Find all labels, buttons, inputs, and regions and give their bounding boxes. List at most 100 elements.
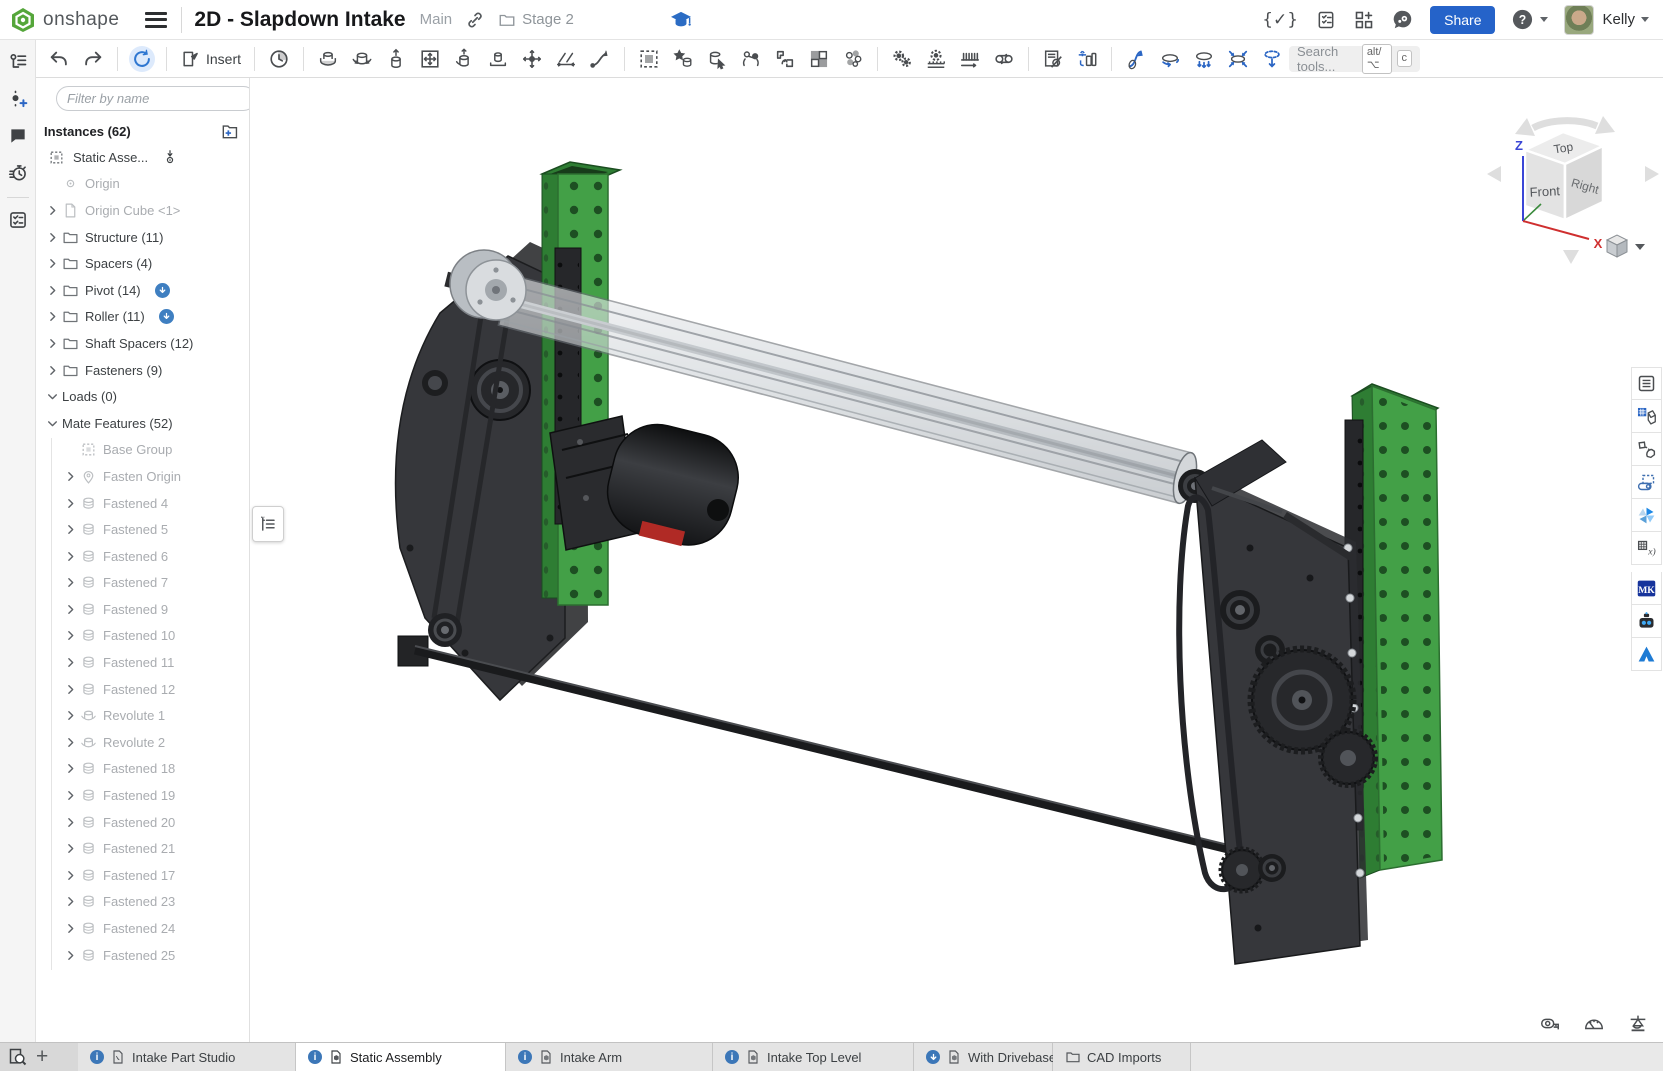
- tree-item-base-group[interactable]: Base Group: [36, 437, 249, 464]
- help-icon[interactable]: ?: [1511, 8, 1534, 31]
- tree-section-loads[interactable]: Loads (0): [36, 383, 249, 410]
- update-available-icon[interactable]: [155, 283, 170, 298]
- user-avatar[interactable]: [1564, 5, 1594, 35]
- main-menu-icon[interactable]: [145, 12, 167, 28]
- chevron-right-icon[interactable]: [60, 839, 80, 859]
- rack-pinion-relation-icon[interactable]: [923, 46, 949, 72]
- tree-item-fastened-20[interactable]: Fastened 20: [36, 809, 249, 836]
- ai-assistant-icon[interactable]: [1392, 9, 1414, 31]
- panel-collapse-handle[interactable]: [252, 506, 284, 542]
- chevron-right-icon[interactable]: [60, 679, 80, 699]
- chevron-right-icon[interactable]: [60, 520, 80, 540]
- chevron-right-icon[interactable]: [60, 706, 80, 726]
- apps-grid-icon[interactable]: [1354, 10, 1374, 30]
- onshape-logo-icon[interactable]: [10, 7, 36, 33]
- feature-list-icon[interactable]: [4, 47, 32, 77]
- rotate-arrow-bottom[interactable]: [1563, 250, 1579, 264]
- rotate-arrow-left[interactable]: [1487, 166, 1501, 182]
- history-icon[interactable]: [4, 158, 32, 188]
- tree-item-fastened-21[interactable]: Fastened 21: [36, 835, 249, 862]
- tree-item-structure[interactable]: Structure (11): [36, 224, 249, 251]
- tab-with-drivebase[interactable]: With Drivebase: [914, 1043, 1053, 1071]
- graphics-viewport[interactable]: Top Front Right Z X: [250, 78, 1663, 1042]
- chevron-right-icon[interactable]: [60, 493, 80, 513]
- tab-info-icon[interactable]: i: [518, 1050, 532, 1064]
- tab-info-icon[interactable]: i: [725, 1050, 739, 1064]
- feature-spec-icon[interactable]: {✓}: [1262, 10, 1298, 30]
- chevron-right-icon[interactable]: [42, 254, 62, 274]
- tree-item-roller[interactable]: Roller (11): [36, 304, 249, 331]
- tree-item-fastened-23[interactable]: Fastened 23: [36, 889, 249, 916]
- gear-relation-icon[interactable]: [889, 46, 915, 72]
- tree-item-shaft-spacers[interactable]: Shaft Spacers (12): [36, 330, 249, 357]
- tasks-icon[interactable]: [4, 205, 32, 235]
- chevron-right-icon[interactable]: [60, 892, 80, 912]
- insert-part-icon[interactable]: [1631, 433, 1662, 466]
- chevron-right-icon[interactable]: [42, 200, 62, 220]
- pattern-icon[interactable]: [806, 46, 832, 72]
- view-cube-front-label[interactable]: Front: [1529, 183, 1560, 200]
- redo-icon[interactable]: [80, 46, 106, 72]
- chevron-down-icon[interactable]: [42, 387, 62, 407]
- tree-item-revolute-1[interactable]: Revolute 1: [36, 702, 249, 729]
- insert-button[interactable]: Insert: [180, 49, 241, 69]
- update-available-icon[interactable]: [159, 309, 174, 324]
- tab-static-assembly[interactable]: i Static Assembly: [296, 1043, 506, 1071]
- tab-intake-top-level[interactable]: i Intake Top Level: [713, 1043, 914, 1071]
- chevron-right-icon[interactable]: [42, 280, 62, 300]
- chevron-right-icon[interactable]: [60, 573, 80, 593]
- planar-mate-icon[interactable]: [417, 46, 443, 72]
- exploded-views-icon[interactable]: [1074, 46, 1100, 72]
- pin-slot-mate-icon[interactable]: [485, 46, 511, 72]
- folder-breadcrumb[interactable]: Stage 2: [522, 11, 574, 28]
- chevron-right-icon[interactable]: [60, 599, 80, 619]
- pinwheel-app-icon[interactable]: [1631, 499, 1662, 532]
- tree-item-origin[interactable]: Origin: [36, 171, 249, 198]
- learning-center-icon[interactable]: [670, 10, 692, 30]
- add-instance-icon[interactable]: [220, 123, 239, 140]
- search-tools-box[interactable]: Search tools... alt/⌥ c: [1289, 46, 1420, 72]
- share-button[interactable]: Share: [1430, 6, 1495, 34]
- chevron-right-icon[interactable]: [60, 732, 80, 752]
- tree-item-spacers[interactable]: Spacers (4): [36, 250, 249, 277]
- featurescript-app-icon[interactable]: x): [1631, 532, 1662, 565]
- slider-mate-icon[interactable]: [383, 46, 409, 72]
- chevron-right-icon[interactable]: [60, 919, 80, 939]
- tree-item-fastened-19[interactable]: Fastened 19: [36, 782, 249, 809]
- chevron-right-icon[interactable]: [60, 786, 80, 806]
- tree-item-fastened-25[interactable]: Fastened 25: [36, 942, 249, 969]
- chevron-right-icon[interactable]: [60, 812, 80, 832]
- filter-input[interactable]: [56, 86, 250, 111]
- user-name[interactable]: Kelly: [1602, 11, 1635, 28]
- tree-item-fastened-7[interactable]: Fastened 7: [36, 570, 249, 597]
- undo-icon[interactable]: [46, 46, 72, 72]
- mass-properties-icon[interactable]: [1627, 1012, 1649, 1034]
- revolute-mate-icon[interactable]: [349, 46, 375, 72]
- tab-info-icon[interactable]: i: [90, 1050, 104, 1064]
- mk-app-icon[interactable]: MK: [1631, 572, 1662, 605]
- search-tabs-icon[interactable]: [8, 1047, 28, 1067]
- tab-update-icon[interactable]: [926, 1050, 940, 1064]
- green-rail-right[interactable]: [1352, 384, 1442, 878]
- protractor-icon[interactable]: [1583, 1012, 1605, 1034]
- tree-item-fastened-24[interactable]: Fastened 24: [36, 915, 249, 942]
- tree-item-pivot[interactable]: Pivot (14): [36, 277, 249, 304]
- tree-item-fastened-5[interactable]: Fastened 5: [36, 516, 249, 543]
- chevron-right-icon[interactable]: [60, 626, 80, 646]
- mate-connector-icon[interactable]: [587, 46, 613, 72]
- chevron-down-icon[interactable]: [42, 413, 62, 433]
- snap-mode-icon[interactable]: [738, 46, 764, 72]
- select-parts-icon[interactable]: [704, 46, 730, 72]
- rotate-tool-icon[interactable]: [129, 46, 155, 72]
- tree-item-fasten-origin[interactable]: Fasten Origin: [36, 463, 249, 490]
- arrows-in-ellipse-tool-icon[interactable]: [1225, 46, 1251, 72]
- rotate-arrow-top[interactable]: [1533, 121, 1597, 128]
- chevron-right-icon[interactable]: [60, 466, 80, 486]
- chevron-right-icon[interactable]: [60, 653, 80, 673]
- tree-item-revolute-2[interactable]: Revolute 2: [36, 729, 249, 756]
- tree-item-fastened-11[interactable]: Fastened 11: [36, 649, 249, 676]
- screw-relation-icon[interactable]: [957, 46, 983, 72]
- tree-item-fastened-6[interactable]: Fastened 6: [36, 543, 249, 570]
- tab-info-icon[interactable]: i: [308, 1050, 322, 1064]
- chevron-right-icon[interactable]: [60, 865, 80, 885]
